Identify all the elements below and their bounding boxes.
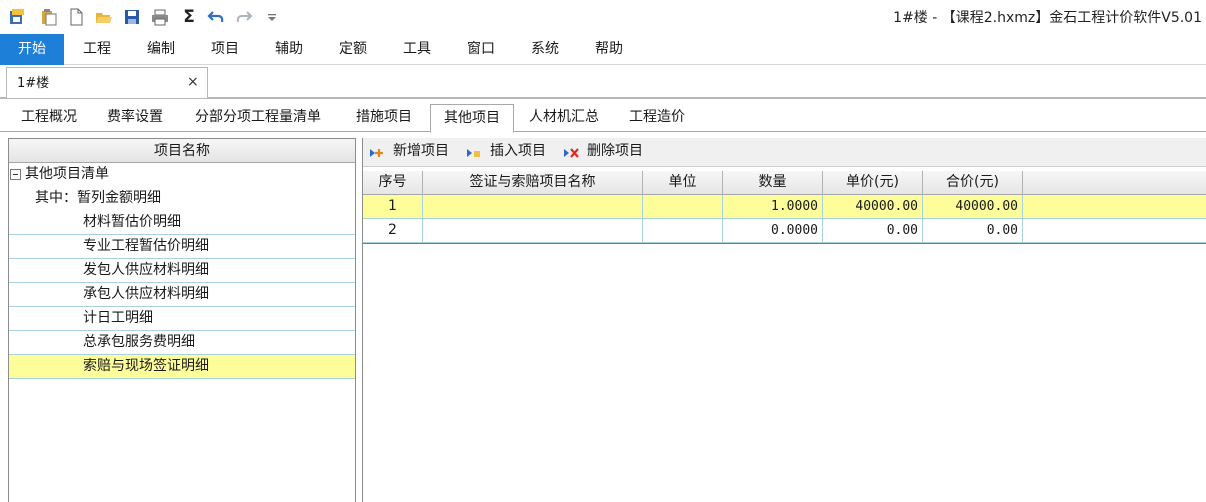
table-row[interactable]: 1 1.0000 40000.00 40000.00 [363, 195, 1206, 219]
cell-qty[interactable]: 0.0000 [723, 219, 823, 243]
delete-item-icon [564, 148, 579, 158]
paste-icon[interactable] [39, 7, 59, 27]
grid-header-row: 序号 签证与索赔项目名称 单位 数量 单价(元) 合价(元) [363, 171, 1206, 195]
cell-seq[interactable]: 1 [363, 195, 423, 219]
menu-start[interactable]: 开始 [0, 34, 64, 65]
column-header-qty[interactable]: 数量 [723, 171, 823, 195]
delete-item-button[interactable]: 删除项目 [563, 140, 655, 164]
redo-icon[interactable] [234, 7, 254, 27]
cell-price[interactable]: 40000.00 [823, 195, 923, 219]
close-icon[interactable]: × [187, 74, 199, 90]
collapse-icon[interactable] [10, 169, 21, 180]
tab-bill-of-quantities[interactable]: 分部分项工程量清单 [182, 104, 334, 132]
tree-item-other-items-list[interactable]: 其他项目清单 [9, 163, 355, 187]
column-header-total[interactable]: 合价(元) [923, 171, 1023, 195]
menu-quota[interactable]: 定额 [324, 34, 382, 65]
insert-item-icon [467, 149, 480, 157]
other-items-tree: 项目名称 其他项目清单 其中：暂列金额明细 材料暂估价明细 专业工程暂估价明细 … [8, 138, 356, 502]
undo-icon[interactable] [206, 7, 226, 27]
tree-item-label: 发包人供应材料明细 [83, 262, 209, 278]
customize-dropdown-icon[interactable] [262, 7, 282, 27]
tab-labor-material-summary[interactable]: 人材机汇总 [518, 104, 610, 132]
tree-item-provisional-sum[interactable]: 其中：暂列金额明细 [9, 187, 355, 211]
cell-qty[interactable]: 1.0000 [723, 195, 823, 219]
item-toolbar: 新增项目 插入项目 删除项目 [363, 138, 1206, 167]
table-row[interactable]: 2 0.0000 0.00 0.00 [363, 219, 1206, 243]
add-item-icon [370, 149, 383, 157]
menu-project[interactable]: 工程 [68, 34, 126, 65]
tree-item-label: 其中：暂列金额明细 [35, 190, 161, 206]
cell-name[interactable] [423, 219, 643, 243]
menu-assist[interactable]: 辅助 [260, 34, 318, 65]
tree-item-material-estimate[interactable]: 材料暂估价明细 [9, 211, 355, 235]
tree-item-label: 专业工程暂估价明细 [83, 238, 209, 254]
tree-item-owner-supplied[interactable]: 发包人供应材料明细 [9, 259, 355, 283]
tree-item-label: 计日工明细 [83, 310, 153, 326]
sigma-icon[interactable]: Σ [179, 7, 199, 27]
tree-header: 项目名称 [9, 139, 355, 163]
title-bar: Σ 1#楼 - 【课程2.hxmz】金石工程计价软件V5.01 [0, 0, 1206, 34]
cell-total[interactable]: 0.00 [923, 219, 1023, 243]
detail-panel: 新增项目 插入项目 删除项目 序号 签证与索赔项目名称 单位 数量 单价(元) … [362, 138, 1206, 502]
document-tab-bar: 1#楼 × [0, 65, 1206, 99]
column-header-seq[interactable]: 序号 [363, 171, 423, 195]
cell-name[interactable] [423, 195, 643, 219]
menu-bar: 开始 工程 编制 项目 辅助 定额 工具 窗口 系统 帮助 [0, 34, 1206, 65]
window-title: 1#楼 - 【课程2.hxmz】金石工程计价软件V5.01 [893, 10, 1202, 26]
tree-item-label: 总承包服务费明细 [83, 334, 195, 350]
tab-project-cost[interactable]: 工程造价 [616, 104, 698, 132]
menu-help[interactable]: 帮助 [580, 34, 638, 65]
cell-unit[interactable] [643, 219, 723, 243]
delete-item-label: 删除项目 [587, 143, 643, 159]
function-tab-bar: 工程概况 费率设置 分部分项工程量清单 措施项目 其他项目 人材机汇总 工程造价 [0, 101, 1206, 133]
column-header-unit[interactable]: 单位 [643, 171, 723, 195]
new-file-icon[interactable] [66, 7, 86, 27]
menu-system[interactable]: 系统 [516, 34, 574, 65]
tree-item-label: 承包人供应材料明细 [83, 286, 209, 302]
tree-item-label: 其他项目清单 [25, 166, 109, 182]
open-folder-icon[interactable] [94, 7, 114, 27]
menu-window[interactable]: 窗口 [452, 34, 510, 65]
column-header-name[interactable]: 签证与索赔项目名称 [423, 171, 643, 195]
tab-measures[interactable]: 措施项目 [344, 104, 424, 132]
tab-rate-settings[interactable]: 费率设置 [96, 104, 174, 132]
column-header-price[interactable]: 单价(元) [823, 171, 923, 195]
tree-item-claims-and-visas[interactable]: 索赔与现场签证明细 [9, 355, 355, 379]
app-logo-icon[interactable] [8, 7, 28, 27]
insert-item-label: 插入项目 [490, 143, 546, 159]
cell-seq[interactable]: 2 [363, 219, 423, 243]
tree-item-daywork[interactable]: 计日工明细 [9, 307, 355, 331]
tab-overview[interactable]: 工程概况 [10, 104, 88, 132]
cell-total[interactable]: 40000.00 [923, 195, 1023, 219]
menu-tools[interactable]: 工具 [388, 34, 446, 65]
add-item-label: 新增项目 [393, 143, 449, 159]
tree-item-label: 索赔与现场签证明细 [83, 358, 209, 374]
document-tab-label: 1#楼 [17, 76, 50, 91]
tree-item-specialty-estimate[interactable]: 专业工程暂估价明细 [9, 235, 355, 259]
print-icon[interactable] [150, 7, 170, 27]
add-item-button[interactable]: 新增项目 [369, 140, 461, 164]
tree-item-general-contract-service[interactable]: 总承包服务费明细 [9, 331, 355, 355]
cell-price[interactable]: 0.00 [823, 219, 923, 243]
grid-divider [363, 243, 1206, 244]
tree-item-contractor-supplied[interactable]: 承包人供应材料明细 [9, 283, 355, 307]
cell-unit[interactable] [643, 195, 723, 219]
save-icon[interactable] [122, 7, 142, 27]
menu-edit[interactable]: 编制 [132, 34, 190, 65]
menu-item-items[interactable]: 项目 [196, 34, 254, 65]
document-tab[interactable]: 1#楼 × [6, 67, 208, 98]
insert-item-button[interactable]: 插入项目 [466, 140, 558, 164]
tab-other-items[interactable]: 其他项目 [430, 104, 514, 133]
tree-item-label: 材料暂估价明细 [83, 214, 181, 230]
